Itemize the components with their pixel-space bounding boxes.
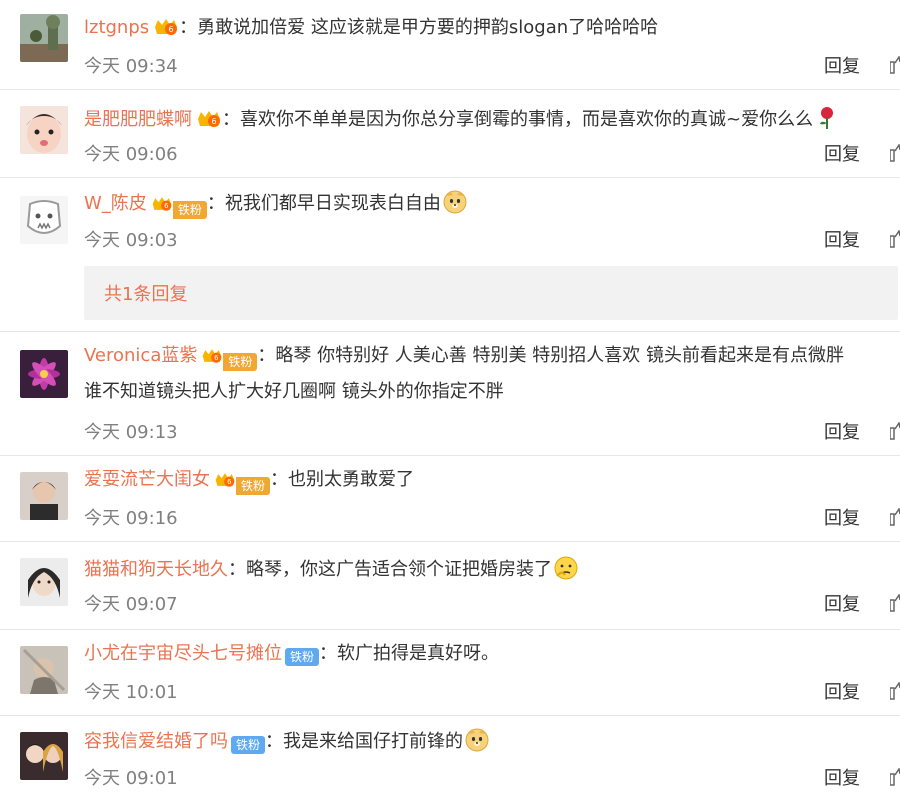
username-link[interactable]: 是肥肥肥蝶啊 [84, 109, 192, 130]
colon: ： [270, 469, 289, 490]
avatar[interactable] [20, 350, 68, 398]
vip-crown-icon [198, 111, 220, 127]
comment-text: 喜欢你不单单是因为你总分享倒霉的事情，而是喜欢你的真诚~爱你么么 [240, 109, 814, 130]
reply-button[interactable]: 回复 [824, 226, 860, 252]
username-link[interactable]: 容我信爱结婚了吗 [84, 731, 228, 752]
colon: ： [257, 345, 276, 366]
vip-crown-icon [155, 19, 178, 35]
comment-time: 今天 09:01 [84, 768, 178, 789]
comment-item: 猫猫和狗天长地久：略琴，你这广告适合领个证把婚房装了 今天 09:07 回复 [0, 542, 900, 630]
colon: ： [206, 193, 225, 214]
reply-button[interactable]: 回复 [824, 140, 860, 166]
comment-time: 今天 10:01 [84, 682, 178, 703]
like-icon[interactable] [890, 230, 900, 248]
comment-time: 今天 09:34 [84, 56, 178, 77]
reply-button[interactable]: 回复 [824, 418, 860, 444]
avatar[interactable] [20, 732, 68, 780]
comment-item: 爱耍流芒大闺女 铁粉 ：也别太勇敢爱了 今天 09:16 回复 [0, 456, 900, 542]
comment-time: 今天 09:13 [84, 422, 178, 443]
fan-badge: 铁粉 [172, 201, 207, 219]
comment-line: 猫猫和狗天长地久：略琴，你这广告适合领个证把婚房装了 [84, 556, 900, 582]
comment-line: W_陈皮 铁粉 ：祝我们都早日实现表白自由 [84, 190, 900, 219]
comment-time: 今天 09:16 [84, 508, 178, 529]
rose-emoji-icon [819, 106, 835, 130]
thinking-emoji-icon [554, 556, 578, 580]
comment-text-continued: 谁不知道镜头把人扩大好几圈啊 镜头外的你指定不胖 [84, 381, 504, 402]
colon: ： [179, 17, 198, 38]
comment-item: Veronica蓝紫 铁粉 ：略琴 你特别好 人美心善 特别美 特别招人喜欢 镜头前… [0, 332, 900, 456]
reply-button[interactable]: 回复 [824, 590, 860, 616]
fan-badge: 铁粉 [285, 648, 320, 666]
doge-emoji-icon [465, 728, 489, 752]
colon: ： [265, 731, 284, 752]
comment-text: 也别太勇敢爱了 [288, 469, 415, 490]
username-link[interactable]: Veronica蓝紫 [84, 345, 197, 366]
colon: ： [319, 643, 338, 664]
fan-badge: 铁粉 [236, 477, 271, 495]
fan-badge-combo: 铁粉 [214, 471, 271, 495]
view-replies-link[interactable]: 共1条回复 [104, 280, 187, 306]
username-link[interactable]: 猫猫和狗天长地久 [84, 559, 228, 580]
comment-text: 祝我们都早日实现表白自由 [224, 193, 441, 214]
comment-line: lztgnps ：勇敢说加倍爱 这应该就是甲方要的押韵slogan了哈哈哈哈 [84, 16, 900, 40]
avatar[interactable] [20, 646, 68, 694]
reply-button[interactable]: 回复 [824, 504, 860, 530]
comment-text: 我是来给国仔打前锋的 [283, 731, 464, 752]
comment-item: 是肥肥肥蝶啊 ：喜欢你不单单是因为你总分享倒霉的事情，而是喜欢你的真诚~爱你么么 … [0, 90, 900, 178]
username-link[interactable]: 小尤在宇宙尽头七号摊位 [84, 643, 282, 664]
fan-badge: 铁粉 [223, 353, 258, 371]
comment-time: 今天 09:07 [84, 594, 178, 615]
comment-line: 容我信爱结婚了吗 铁粉 ：我是来给国仔打前锋的 [84, 728, 900, 754]
comment-line: 是肥肥肥蝶啊 ：喜欢你不单单是因为你总分享倒霉的事情，而是喜欢你的真诚~爱你么么 [84, 106, 900, 132]
reply-button[interactable]: 回复 [824, 52, 860, 78]
reply-button[interactable]: 回复 [824, 764, 860, 790]
comment-item: 容我信爱结婚了吗 铁粉 ：我是来给国仔打前锋的 今天 09:01 回复 [0, 716, 900, 810]
username-link[interactable]: 爱耍流芒大闺女 [84, 469, 210, 490]
like-icon[interactable] [890, 508, 900, 526]
fan-badge: 铁粉 [231, 736, 266, 754]
reply-button[interactable]: 回复 [824, 678, 860, 704]
like-icon[interactable] [890, 144, 900, 162]
comment-time: 今天 09:06 [84, 144, 178, 165]
comment-text: 软广拍得是真好呀。 [337, 643, 500, 664]
comment-time: 今天 09:03 [84, 230, 178, 251]
colon: ： [222, 109, 240, 130]
avatar[interactable] [20, 106, 68, 154]
comment-line: 爱耍流芒大闺女 铁粉 ：也别太勇敢爱了 [84, 468, 900, 495]
like-icon[interactable] [890, 422, 900, 440]
comment-text: 略琴 你特别好 人美心善 特别美 特别招人喜欢 镜头前看起来是有点微胖 [275, 345, 844, 366]
comment-item: W_陈皮 铁粉 ：祝我们都早日实现表白自由 今天 09:03 回复 共1条回复 [0, 178, 900, 332]
avatar[interactable] [20, 14, 68, 62]
username-link[interactable]: lztgnps [84, 17, 149, 38]
fan-badge-combo: 铁粉 [151, 195, 207, 219]
like-icon[interactable] [890, 594, 900, 612]
sub-replies-box: 共1条回复 [84, 266, 898, 320]
doge-emoji-icon [443, 190, 467, 214]
avatar[interactable] [20, 558, 68, 606]
comment-item: 小尤在宇宙尽头七号摊位 铁粉 ：软广拍得是真好呀。 今天 10:01 回复 [0, 630, 900, 716]
comment-item: lztgnps ：勇敢说加倍爱 这应该就是甲方要的押韵slogan了哈哈哈哈 今天… [0, 0, 900, 90]
fan-badge-combo: 铁粉 [201, 347, 258, 371]
comment-line: 小尤在宇宙尽头七号摊位 铁粉 ：软广拍得是真好呀。 [84, 642, 900, 666]
comment-text: 略琴，你这广告适合领个证把婚房装了 [246, 559, 552, 580]
vip-crown-icon [215, 473, 235, 487]
comment-line: Veronica蓝紫 铁粉 ：略琴 你特别好 人美心善 特别美 特别招人喜欢 镜头前… [84, 344, 900, 371]
username-link[interactable]: W_陈皮 [84, 193, 147, 214]
avatar[interactable] [20, 472, 68, 520]
like-icon[interactable] [890, 682, 900, 700]
colon: ： [228, 559, 246, 580]
vip-crown-icon [203, 349, 222, 363]
like-icon[interactable] [890, 768, 900, 786]
like-icon[interactable] [890, 56, 900, 74]
avatar[interactable] [20, 196, 68, 244]
comment-text: 勇敢说加倍爱 这应该就是甲方要的押韵slogan了哈哈哈哈 [197, 17, 659, 38]
comment-line-2: 谁不知道镜头把人扩大好几圈啊 镜头外的你指定不胖 [84, 380, 900, 404]
vip-crown-icon [152, 197, 172, 211]
